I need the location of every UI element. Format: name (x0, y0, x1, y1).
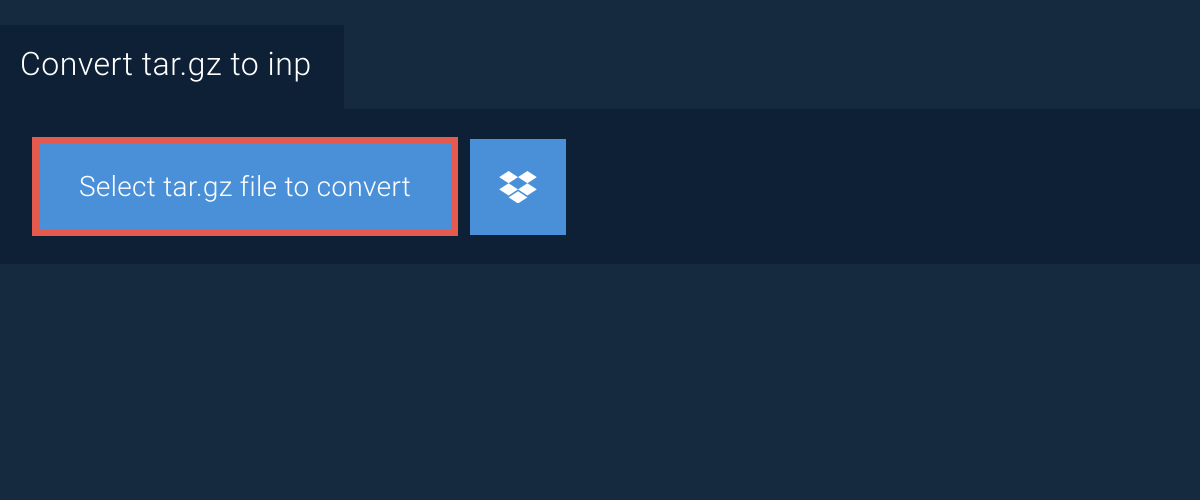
tab-header: Convert tar.gz to inp (0, 25, 344, 109)
dropbox-button[interactable] (470, 139, 566, 235)
page-title: Convert tar.gz to inp (20, 45, 312, 83)
dropbox-icon (499, 171, 537, 203)
upload-panel: Select tar.gz file to convert (0, 109, 1200, 264)
select-file-button[interactable]: Select tar.gz file to convert (32, 137, 458, 236)
select-file-label: Select tar.gz file to convert (79, 170, 411, 203)
